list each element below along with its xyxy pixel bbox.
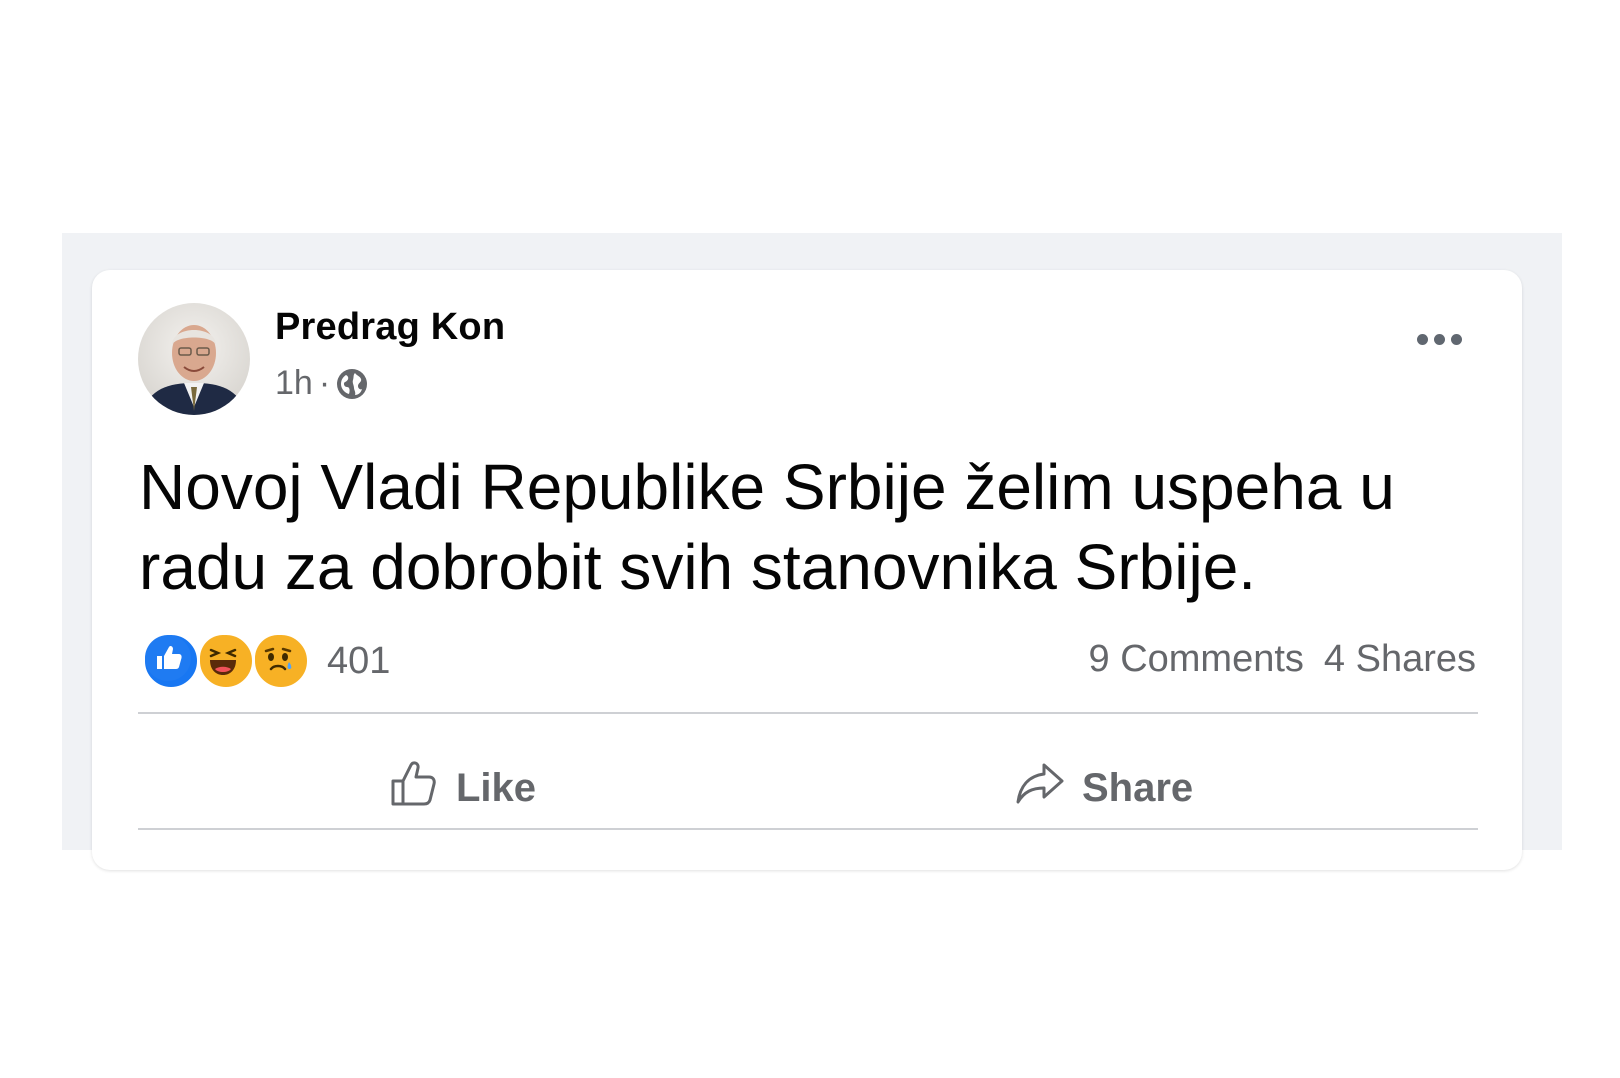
divider-top [138,712,1478,714]
post-text: Novoj Vladi Republike Srbije želim uspeh… [139,451,1395,603]
thumbs-up-icon [388,757,456,819]
more-options-icon [1417,334,1428,345]
post-stats: 9 Comments 4 Shares [1089,638,1477,681]
meta-separator: · [318,364,331,402]
like-reaction-icon [142,632,200,690]
share-button-label: Share [1082,765,1194,810]
share-button[interactable]: Share [1014,752,1193,824]
haha-reaction-icon [197,632,255,690]
shares-count[interactable]: 4 Shares [1324,638,1476,681]
more-options-icon-dot [1434,334,1445,345]
more-options-icon-dot [1451,334,1462,345]
like-button[interactable]: Like [388,752,536,824]
globe-icon [336,368,368,400]
reactions-summary[interactable]: 401 [142,632,390,690]
divider-bottom [138,828,1478,830]
share-arrow-icon [1014,757,1082,819]
post-timestamp[interactable]: 1h [275,364,313,403]
reaction-count: 401 [327,639,391,682]
post-card: Predrag Kon 1h · Novoj Vladi Republike S… [92,270,1522,870]
more-options-button[interactable] [1417,334,1462,345]
comments-count[interactable]: 9 Comments [1089,638,1304,681]
avatar[interactable] [138,303,250,415]
like-button-label: Like [456,765,537,810]
post-meta: 1h · [275,364,368,403]
author-name[interactable]: Predrag Kon [275,306,505,349]
sad-reaction-icon [252,632,310,690]
